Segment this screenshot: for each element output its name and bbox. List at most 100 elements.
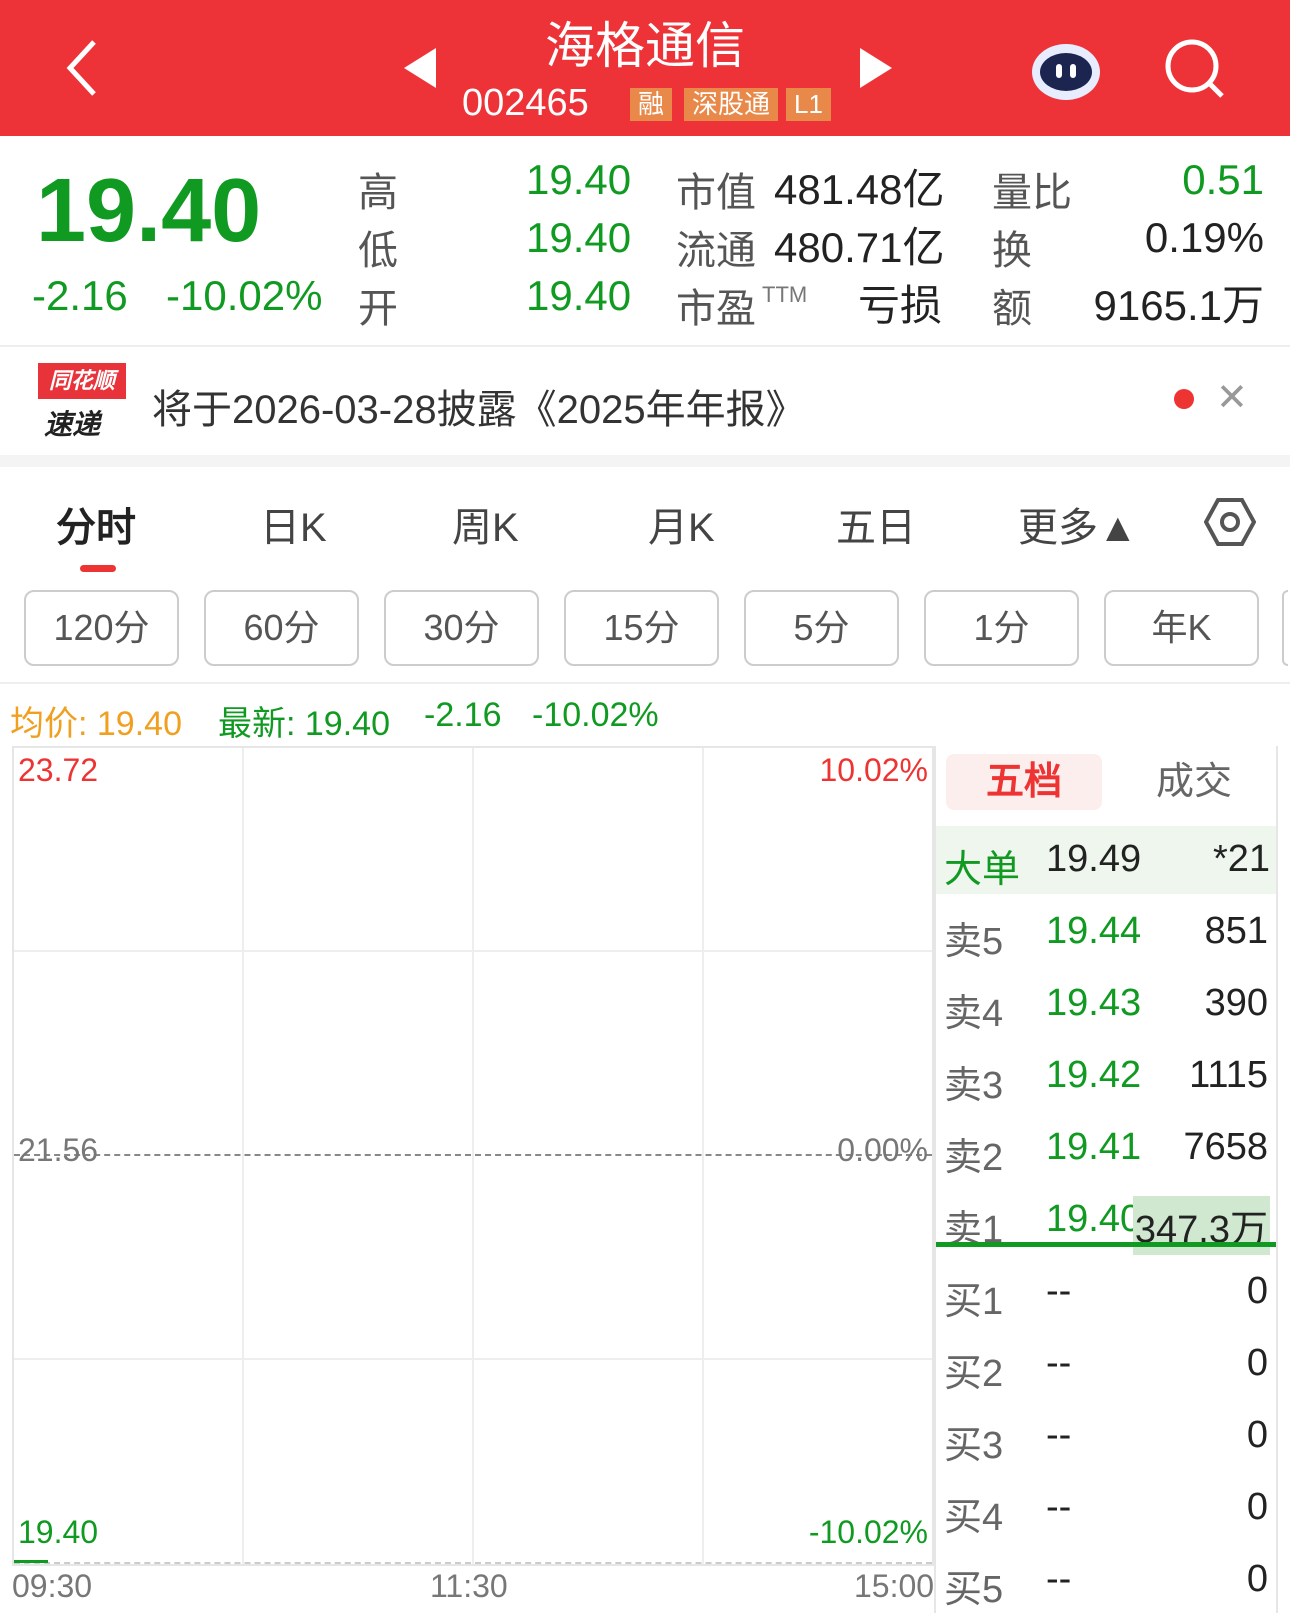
stat-value: 19.40 bbox=[526, 214, 632, 261]
level-volume: 851 bbox=[1204, 910, 1268, 952]
period-120min[interactable]: 120分 bbox=[24, 590, 179, 666]
period-more[interactable] bbox=[1282, 590, 1288, 666]
level-volume: 0 bbox=[1246, 1342, 1268, 1384]
stat-value: 0.19% bbox=[1144, 214, 1264, 261]
tab-five-day[interactable]: 五日 bbox=[836, 495, 916, 553]
current-price: 19.40 bbox=[36, 161, 262, 261]
ttm-sup: TTM bbox=[762, 282, 808, 307]
bid-row: 买1 -- 0 bbox=[936, 1264, 1276, 1324]
period-60min[interactable]: 60分 bbox=[204, 590, 359, 666]
y-label-top: 23.72 bbox=[18, 752, 99, 788]
level-price: -- bbox=[1046, 1270, 1072, 1312]
level-price: 19.41 bbox=[1046, 1126, 1142, 1168]
stat-label: 量比 bbox=[992, 171, 1072, 215]
big-order-price: 19.49 bbox=[1046, 838, 1142, 880]
y-label-mid: 21.56 bbox=[18, 1132, 99, 1168]
close-icon[interactable]: ✕ bbox=[1216, 375, 1248, 420]
intraday-chart[interactable]: 23.72 10.02% 21.56 0.00% 19.40 -10.02% bbox=[12, 746, 934, 1566]
level-label: 卖3 bbox=[944, 1065, 1004, 1107]
tag-connect: 深股通 bbox=[684, 88, 779, 121]
tab-monthly-k[interactable]: 月K bbox=[648, 495, 715, 553]
active-tab-indicator bbox=[80, 565, 116, 572]
level-price: -- bbox=[1046, 1558, 1072, 1600]
level-label: 买3 bbox=[944, 1425, 1004, 1467]
level-price: -- bbox=[1046, 1486, 1072, 1528]
level-price: 19.40 bbox=[1046, 1198, 1142, 1240]
latest-change-pct: -10.02% bbox=[532, 696, 659, 734]
level-price: 19.43 bbox=[1046, 982, 1142, 1024]
period-yearly-k[interactable]: 年K bbox=[1104, 590, 1259, 666]
tab-trades[interactable]: 成交 bbox=[1156, 754, 1232, 810]
stat-value: 亏损 bbox=[858, 282, 943, 329]
period-30min[interactable]: 30分 bbox=[384, 590, 539, 666]
stat-value: 9165.1万 bbox=[1093, 282, 1264, 329]
bid-row: 买2 -- 0 bbox=[936, 1336, 1276, 1396]
tab-weekly-k[interactable]: 周K bbox=[452, 495, 519, 553]
big-order-row: 大单 19.49 *21 bbox=[936, 826, 1276, 894]
prev-close-line bbox=[14, 1154, 932, 1156]
price-change: -2.16 bbox=[32, 272, 128, 319]
level-volume: 390 bbox=[1204, 982, 1268, 1024]
search-icon[interactable] bbox=[1162, 36, 1228, 107]
order-book: 五档 成交 大单 19.49 *21 卖5 19.44 851 卖4 19.43… bbox=[934, 746, 1278, 1613]
period-1min[interactable]: 1分 bbox=[924, 590, 1079, 666]
level-label: 买1 bbox=[944, 1281, 1004, 1323]
price-change-pct: -10.02% bbox=[166, 272, 323, 319]
header-bar: 海格通信 002465 融 深股通 L1 bbox=[0, 0, 1290, 136]
period-5min[interactable]: 5分 bbox=[744, 590, 899, 666]
time-label: 15:00 bbox=[854, 1568, 935, 1604]
pct-label-bottom: -10.02% bbox=[808, 1514, 928, 1550]
tag-margin: 融 bbox=[630, 88, 673, 121]
ths-logo-sub: 速递 bbox=[44, 409, 101, 440]
bid-row: 买3 -- 0 bbox=[936, 1408, 1276, 1468]
grid-line bbox=[472, 748, 474, 1564]
tab-daily-k[interactable]: 日K bbox=[260, 495, 327, 553]
level-label: 买4 bbox=[944, 1497, 1004, 1539]
y-label-bottom: 19.40 bbox=[18, 1514, 99, 1550]
ask-row: 卖4 19.43 390 bbox=[936, 976, 1276, 1036]
notice-text[interactable]: 将于2026-03-28披露《2025年年报》 bbox=[152, 377, 806, 435]
level-label: 卖4 bbox=[944, 993, 1004, 1035]
ask-row: 卖2 19.41 7658 bbox=[936, 1120, 1276, 1180]
tab-more[interactable]: 更多▲ bbox=[1018, 495, 1138, 553]
grid-line bbox=[702, 748, 704, 1564]
pct-label-top: 10.02% bbox=[819, 752, 928, 788]
level-volume: 0 bbox=[1246, 1486, 1268, 1528]
ths-logo: 同花顺 bbox=[38, 363, 126, 399]
stat-value: 481.48亿 bbox=[774, 166, 945, 213]
latest-price: 最新: 19.40 bbox=[218, 705, 390, 743]
level-volume: 0 bbox=[1246, 1558, 1268, 1600]
stat-label: 低 bbox=[358, 229, 398, 273]
big-order-label: 大单 bbox=[944, 849, 1021, 891]
tag-level: L1 bbox=[786, 88, 831, 121]
level-price: 19.44 bbox=[1046, 910, 1142, 952]
level-label: 买2 bbox=[944, 1353, 1004, 1395]
stat-value: 19.40 bbox=[526, 272, 632, 319]
tab-intraday[interactable]: 分时 bbox=[56, 495, 136, 553]
level-volume: 7658 bbox=[1183, 1126, 1268, 1168]
stock-code: 002465 bbox=[462, 82, 589, 124]
notice-bar[interactable]: 同花顺 速递 将于2026-03-28披露《2025年年报》 ✕ bbox=[0, 347, 1290, 455]
robot-assistant-icon[interactable] bbox=[1028, 32, 1104, 107]
period-15min[interactable]: 15分 bbox=[564, 590, 719, 666]
stat-label: 市盈 bbox=[676, 287, 756, 331]
bid-row: 买5 -- 0 bbox=[936, 1552, 1276, 1612]
level-volume: 0 bbox=[1246, 1414, 1268, 1456]
stat-value: 480.71亿 bbox=[774, 224, 945, 271]
stat-label: 高 bbox=[358, 171, 398, 215]
stat-label: 额 bbox=[992, 287, 1032, 331]
big-order-volume: *21 bbox=[1212, 838, 1270, 880]
price-line bbox=[14, 1560, 48, 1563]
level-label: 卖5 bbox=[944, 921, 1004, 963]
stat-label: 市值 bbox=[676, 171, 756, 215]
level-price: -- bbox=[1046, 1414, 1072, 1456]
settings-icon[interactable] bbox=[1203, 496, 1257, 553]
stat-label: 换 bbox=[992, 229, 1032, 273]
level-volume: 0 bbox=[1246, 1270, 1268, 1312]
divider bbox=[0, 682, 1290, 684]
tab-five-levels[interactable]: 五档 bbox=[946, 754, 1102, 810]
pct-label-mid: 0.00% bbox=[837, 1132, 928, 1168]
grid-line bbox=[14, 1562, 932, 1564]
unread-dot bbox=[1174, 389, 1194, 409]
level-label: 卖2 bbox=[944, 1137, 1004, 1179]
